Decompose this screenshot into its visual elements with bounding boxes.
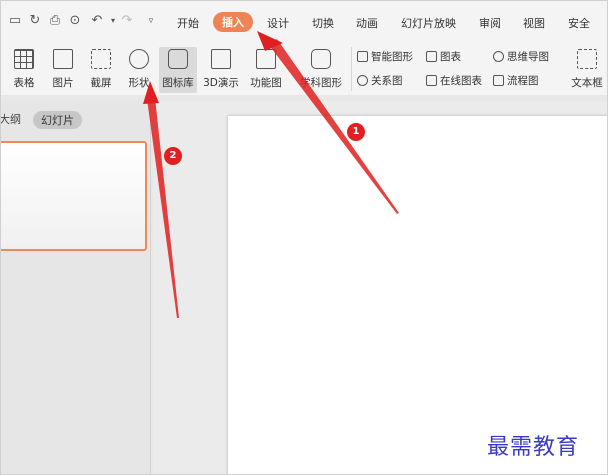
- slide-thumbnail-pane: 大纲 幻灯片: [1, 101, 151, 474]
- relation-chart-button[interactable]: 关系图: [357, 73, 403, 88]
- annotation-badge-1: 1: [347, 123, 365, 141]
- tab-slides[interactable]: 幻灯片: [33, 111, 82, 129]
- flowchart-icon: [493, 75, 504, 86]
- function-chart-icon: [256, 49, 276, 69]
- redo-icon[interactable]: ↷: [119, 13, 135, 29]
- customize-toolbar-icon[interactable]: ▿: [143, 13, 159, 29]
- picture-icon: [53, 49, 73, 69]
- smart-shape-icon: [357, 51, 368, 62]
- mind-map-button[interactable]: 思维导图: [493, 49, 549, 64]
- tab-insert[interactable]: 插入: [213, 12, 253, 32]
- subject-shape-icon: [311, 49, 331, 69]
- annotation-badge-2: 2: [164, 147, 182, 165]
- menu-tab-bar: ▭ ↻ ⎙ ⊙ ↶ ▾ ↷ ▿ 开始 插入 设计 切换 动画 幻灯片放映 审阅 …: [1, 1, 607, 43]
- tab-transition[interactable]: 切换: [312, 15, 334, 31]
- slide-thumbnail[interactable]: [1, 141, 147, 251]
- tab-start[interactable]: 开始: [177, 15, 199, 31]
- shape-icon: [129, 49, 149, 69]
- insert-ribbon: 表格 图片 截屏 形状 图标库 3D演示 功能图 学科图形 智能图形 图表 关系…: [1, 43, 607, 95]
- scissors-icon: [91, 49, 111, 69]
- flowchart-button[interactable]: 流程图: [493, 73, 539, 88]
- save-icon[interactable]: ▭: [7, 13, 23, 29]
- smart-shape-button[interactable]: 智能图形: [357, 49, 413, 64]
- chart-button[interactable]: 图表: [426, 49, 461, 64]
- tab-review[interactable]: 审阅: [479, 15, 501, 31]
- 3d-presentation-icon: [211, 49, 231, 69]
- online-chart-button[interactable]: 在线图表: [426, 73, 482, 88]
- print-icon[interactable]: ⎙: [47, 13, 63, 29]
- slide-canvas[interactable]: [228, 116, 607, 474]
- relation-chart-icon: [357, 75, 368, 86]
- undo-icon[interactable]: ↶: [89, 13, 105, 29]
- tab-view[interactable]: 视图: [523, 15, 545, 31]
- tab-security[interactable]: 安全: [568, 15, 590, 31]
- tab-outline[interactable]: 大纲: [1, 111, 21, 127]
- tab-design[interactable]: 设计: [267, 15, 289, 31]
- icon-library-button[interactable]: 图标库: [159, 47, 197, 93]
- chart-icon: [426, 51, 437, 62]
- slide-editing-area: [153, 101, 607, 474]
- watermark-logo: 最需教育: [487, 435, 580, 460]
- presentation-app-window: ▭ ↻ ⎙ ⊙ ↶ ▾ ↷ ▿ 开始 插入 设计 切换 动画 幻灯片放映 审阅 …: [0, 0, 608, 475]
- print-preview-icon[interactable]: ⊙: [67, 13, 83, 29]
- open-icon[interactable]: ↻: [27, 13, 43, 29]
- icon-library-icon: [168, 49, 188, 69]
- tab-slideshow[interactable]: 幻灯片放映: [401, 15, 456, 31]
- online-chart-icon: [426, 75, 437, 86]
- ribbon-divider: [351, 47, 352, 91]
- textbox-icon: [577, 49, 597, 69]
- table-icon: [14, 49, 34, 69]
- tab-animation[interactable]: 动画: [356, 15, 378, 31]
- mind-map-icon: [493, 51, 504, 62]
